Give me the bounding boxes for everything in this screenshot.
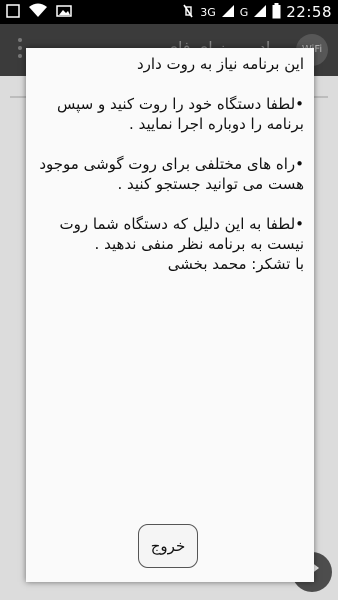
dialog-message: این برنامه نیاز به روت دارد •لطفا دستگاه… [39,55,304,273]
status-bar-system: 3G G 22:58 [181,2,332,22]
vibrate-mute-icon [181,4,195,21]
clock: 22:58 [286,3,332,21]
network-g-label: G [239,5,249,19]
signal-icon-2 [253,4,267,21]
network-3g-label: 3G [200,5,216,19]
status-bar: 3G G 22:58 [0,0,338,24]
overflow-menu-icon[interactable] [18,38,22,62]
image-notification-icon [56,3,72,22]
status-bar-notifications [6,3,72,21]
signal-icon-1 [221,4,235,21]
battery-icon [272,2,281,22]
wifi-icon [28,2,48,22]
root-required-dialog: این برنامه نیاز به روت دارد •لطفا دستگاه… [26,48,314,582]
exit-button[interactable]: خروج [138,524,198,568]
notification-box-icon [6,3,20,22]
